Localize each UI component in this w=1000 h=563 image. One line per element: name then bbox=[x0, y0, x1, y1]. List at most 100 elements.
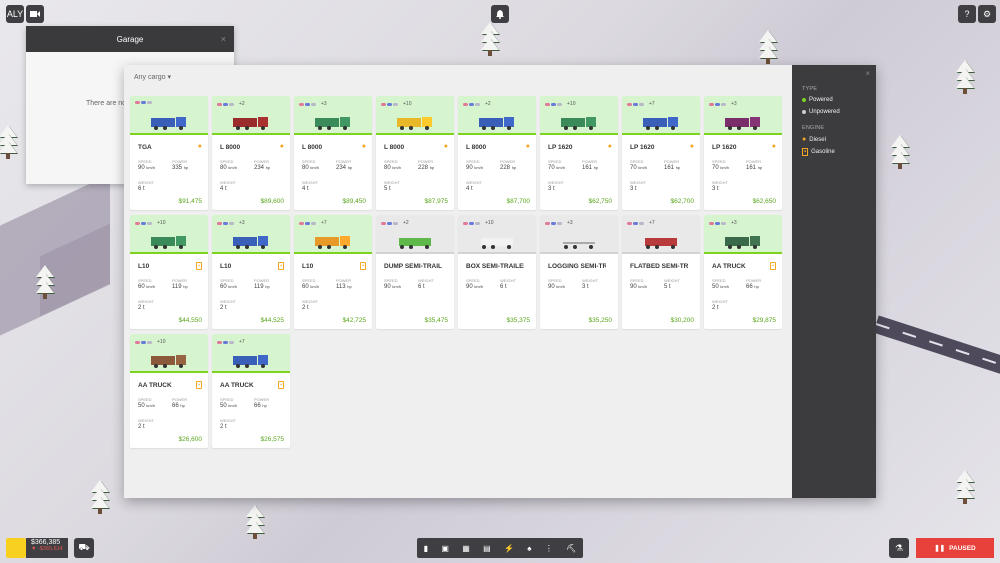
vehicle-name: L10 bbox=[302, 263, 314, 270]
speed-label: SPEED bbox=[138, 278, 152, 283]
vehicle-price: $30,200 bbox=[670, 317, 695, 324]
filter-diesel[interactable]: ● Diesel bbox=[802, 136, 826, 143]
speed-label: SPEED bbox=[302, 278, 316, 283]
vehicle-card[interactable]: +7 L10 ▪ SPEED 60 km/h POWER 113 hp WEIGHT 2 t $4… bbox=[294, 215, 372, 329]
cargo-more-count: +3 bbox=[731, 101, 737, 107]
cargo-types: +7 bbox=[217, 339, 245, 345]
weight-label: WEIGHT bbox=[220, 180, 236, 185]
vehicle-price: $29,875 bbox=[752, 317, 777, 324]
speed-label: SPEED bbox=[384, 159, 398, 164]
vehicle-card[interactable]: +3 LP 1620 ● SPEED 70 km/h POWER 161 hp WEIGHT 3… bbox=[704, 96, 782, 210]
building-icon[interactable]: ▦ bbox=[462, 544, 470, 553]
vehicle-card[interactable]: +2 L 8000 ● SPEED 90 km/h POWER 228 hp WEIGHT 4 … bbox=[458, 96, 536, 210]
vehicle-card[interactable]: +2 DUMP SEMI-TRAILER SPEED90 km/h WEIGHT6 t… bbox=[376, 215, 454, 329]
filter-unpowered[interactable]: Unpowered bbox=[802, 109, 840, 115]
speed-label: SPEED bbox=[220, 397, 234, 402]
vehicle-card[interactable]: +10 L10 ▪ SPEED 60 km/h POWER 119 hp WEIGHT 2 t $… bbox=[130, 215, 208, 329]
vehicle-card[interactable]: +10 BOX SEMI-TRAILER SPEED 90 km/h WEIGHT 6 t… bbox=[458, 215, 536, 329]
speed-label: SPEED bbox=[384, 278, 398, 283]
cargo-more-count: +7 bbox=[649, 220, 655, 226]
cargo-icon bbox=[639, 221, 644, 225]
power-value: 113 hp bbox=[336, 284, 352, 290]
vehicle-card[interactable]: +10 AA TRUCK ▪ SPEED 50 km/h POWER 66 hp WEIGHT… bbox=[130, 334, 208, 448]
ally-button[interactable]: ALY bbox=[6, 5, 24, 23]
video-camera-icon[interactable] bbox=[26, 5, 44, 23]
cargo-icon bbox=[223, 102, 228, 106]
filter-powered[interactable]: Powered bbox=[802, 97, 833, 103]
vehicle-name: L 8000 bbox=[302, 144, 323, 151]
gas-pump-icon: ▪ bbox=[802, 148, 809, 156]
cargo-types: +2 bbox=[217, 101, 245, 107]
cargo-icon bbox=[381, 102, 386, 106]
cargo-icon bbox=[135, 221, 140, 225]
pause-button[interactable]: ❚❚ PAUSED bbox=[916, 538, 994, 558]
vehicle-card[interactable]: +7 LP 1620 ● SPEED 70 km/h POWER 161 hp WEIGHT 3… bbox=[622, 96, 700, 210]
diesel-drop-icon: ● bbox=[279, 143, 284, 150]
cargo-icon bbox=[709, 102, 714, 106]
cargo-more-count: +7 bbox=[321, 220, 327, 226]
cargo-icon bbox=[229, 221, 234, 225]
vehicle-name: TGA bbox=[138, 144, 152, 151]
cash-delta: ▼ -$365,614 bbox=[31, 546, 63, 552]
catalog-close-button[interactable]: × bbox=[865, 69, 870, 78]
vehicle-card[interactable]: +3 L10 ▪ SPEED 60 km/h POWER 119 hp WEIGHT 2 t $4… bbox=[212, 215, 290, 329]
speed-value: 50 km/h bbox=[138, 403, 156, 409]
vehicle-card[interactable]: TGA ● SPEED 90 km/h POWER 335 hp WEIGHT 6 t $91,… bbox=[130, 96, 208, 210]
cargo-filter-dropdown[interactable]: Any cargo ▾ bbox=[134, 73, 171, 81]
company-logo-icon[interactable] bbox=[6, 538, 26, 558]
tree-icon[interactable]: ♠ bbox=[527, 544, 531, 553]
vehicle-card[interactable]: +3 AA TRUCK ▪ SPEED 50 km/h POWER 66 hp WEIGHT 2… bbox=[704, 215, 782, 329]
vehicle-card[interactable]: +7 AA TRUCK ▪ SPEED 50 km/h POWER 66 hp WEIGHT 2… bbox=[212, 334, 290, 448]
cargo-icon bbox=[639, 102, 644, 106]
vehicle-card[interactable]: +7 FLATBED SEMI-TRAILER SPEED90 km/h WEIGHT… bbox=[622, 215, 700, 329]
garage-close-button[interactable]: × bbox=[221, 34, 226, 44]
power-label: POWER bbox=[746, 159, 762, 164]
weight-value: 5 t bbox=[384, 186, 391, 192]
speed-value: 50 km/h bbox=[712, 284, 730, 290]
weight-value: 6 t bbox=[418, 284, 425, 290]
filter-gasoline[interactable]: ▪ Gasoline bbox=[802, 148, 835, 156]
help-icon[interactable]: ? bbox=[958, 5, 976, 23]
truck-icon bbox=[233, 112, 269, 130]
station-icon[interactable]: ▣ bbox=[441, 544, 449, 553]
bulldozer-icon[interactable]: ⛏ bbox=[566, 544, 576, 553]
weight-label: WEIGHT bbox=[138, 299, 154, 304]
weight-value: 2 t bbox=[302, 305, 309, 311]
cargo-icon bbox=[469, 102, 474, 106]
cargo-icon bbox=[381, 221, 386, 225]
vehicle-preview: +7 bbox=[212, 334, 290, 373]
gear-icon[interactable]: ⚙ bbox=[978, 5, 996, 23]
truck-icon bbox=[151, 112, 187, 130]
more-icon[interactable]: ⋮ bbox=[545, 544, 553, 553]
vehicle-name: L 8000 bbox=[384, 144, 405, 151]
speed-value: 90 km/h bbox=[630, 284, 648, 290]
lab-flask-icon[interactable]: ⚗ bbox=[889, 538, 909, 558]
pause-icon: ❚❚ bbox=[934, 545, 946, 552]
cargo-icon bbox=[305, 102, 310, 106]
weight-value: 5 t bbox=[664, 284, 671, 290]
vehicles-icon[interactable]: ⛟ bbox=[74, 538, 94, 558]
weight-value: 3 t bbox=[582, 284, 589, 290]
power-icon[interactable]: ⚡ bbox=[504, 544, 514, 553]
vehicle-card[interactable]: +10 LP 1620 ● SPEED 70 km/h POWER 161 hp WEIGHT… bbox=[540, 96, 618, 210]
weight-label: WEIGHT bbox=[466, 180, 482, 185]
vehicle-card[interactable]: +10 L 8000 ● SPEED 80 km/h POWER 228 hp WEIGHT 5… bbox=[376, 96, 454, 210]
garage-title: Garage bbox=[116, 34, 144, 44]
stats-icon[interactable]: ▮ bbox=[424, 544, 428, 553]
vehicle-card[interactable]: +2 L 8000 ● SPEED 80 km/h POWER 234 hp WEIGHT 4 … bbox=[212, 96, 290, 210]
vehicle-preview: +3 bbox=[704, 96, 782, 135]
cargo-types: +10 bbox=[381, 101, 411, 107]
weight-label: WEIGHT bbox=[582, 278, 598, 283]
vehicle-price: $89,450 bbox=[342, 198, 367, 205]
bell-icon[interactable] bbox=[491, 5, 509, 23]
depot-icon[interactable]: ▤ bbox=[483, 544, 491, 553]
vehicle-price: $87,700 bbox=[506, 198, 531, 205]
vehicle-card[interactable]: +3 LOGGING SEMI-TRAILER SPEED90 km/h WEIGHT… bbox=[540, 215, 618, 329]
power-value: 161 hp bbox=[664, 165, 681, 171]
cargo-icon bbox=[217, 221, 222, 225]
cargo-types: +3 bbox=[709, 101, 737, 107]
speed-label: SPEED bbox=[466, 278, 480, 283]
vehicle-preview: +7 bbox=[622, 215, 700, 254]
vehicle-card[interactable]: +3 L 8000 ● SPEED 80 km/h POWER 234 hp WEIGHT 4 … bbox=[294, 96, 372, 210]
cargo-icon bbox=[475, 102, 480, 106]
